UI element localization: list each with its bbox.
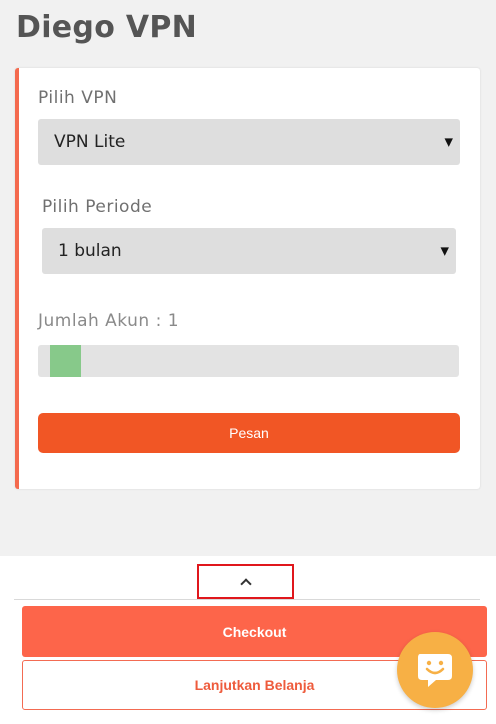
dropdown-caret-icon: ▼ xyxy=(440,244,449,258)
slider-thumb[interactable] xyxy=(50,345,81,377)
period-select[interactable]: 1 bulan ▼ xyxy=(42,228,456,274)
expand-toggle-button[interactable] xyxy=(197,564,294,599)
chat-smile-icon xyxy=(418,654,452,687)
order-card: Pilih VPN VPN Lite ▼ Pilih Periode 1 bul… xyxy=(15,68,480,489)
vpn-select-value: VPN Lite xyxy=(54,132,126,152)
page-title: Diego VPN xyxy=(16,10,198,45)
vpn-label: Pilih VPN xyxy=(38,88,118,108)
accounts-slider[interactable] xyxy=(38,345,459,377)
dropdown-caret-icon: ▼ xyxy=(444,135,453,149)
chat-button[interactable] xyxy=(397,632,473,708)
vpn-select[interactable]: VPN Lite ▼ xyxy=(38,119,460,165)
period-select-value: 1 bulan xyxy=(58,241,122,261)
accounts-label: Jumlah Akun : 1 xyxy=(38,311,180,331)
period-label: Pilih Periode xyxy=(42,197,153,217)
order-button[interactable]: Pesan xyxy=(38,413,460,453)
chevron-up-icon xyxy=(239,578,252,590)
divider xyxy=(14,599,480,600)
